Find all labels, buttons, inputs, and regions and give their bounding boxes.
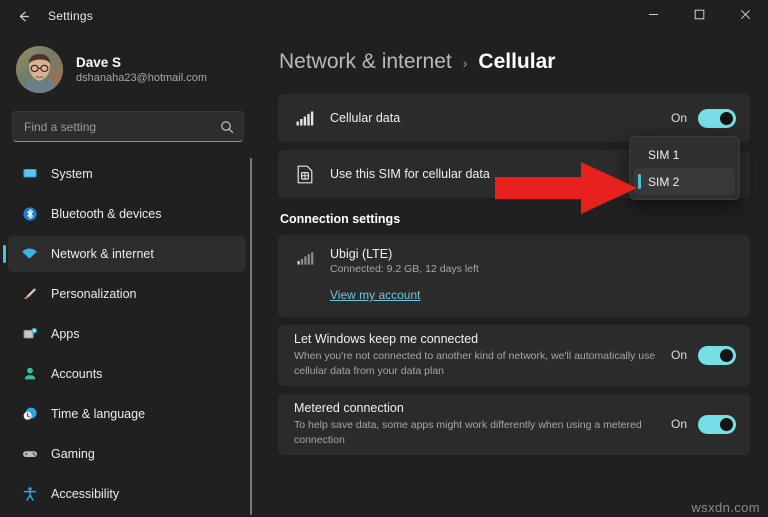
keep-connected-card: Let Windows keep me connected When you'r…	[278, 325, 750, 386]
account-email: dshanaha23@hotmail.com	[76, 72, 208, 84]
carrier-status: Connected: 9.2 GB, 12 days left	[330, 263, 479, 275]
person-icon	[21, 366, 38, 383]
minimize-button[interactable]	[630, 0, 676, 32]
sidebar-item-personalization[interactable]: Personalization	[8, 276, 246, 312]
accessibility-icon	[21, 486, 38, 503]
keep-connected-subtitle: When you're not connected to another kin…	[294, 350, 656, 377]
sidebar-item-accounts[interactable]: Accounts	[8, 356, 246, 392]
wifi-icon	[21, 246, 38, 263]
account-summary[interactable]: Dave S dshanaha23@hotmail.com	[0, 36, 256, 103]
bluetooth-icon	[21, 206, 38, 223]
metered-connection-main: Metered connection To help save data, so…	[294, 401, 657, 448]
sidebar-item-apps[interactable]: Apps	[8, 316, 246, 352]
carrier-info: Ubigi (LTE) Connected: 9.2 GB, 12 days l…	[294, 247, 734, 275]
back-arrow-icon	[16, 9, 31, 24]
chevron-right-icon: ›	[462, 55, 468, 71]
account-name: Dave S	[76, 55, 122, 70]
metered-connection-card: Metered connection To help save data, so…	[278, 393, 750, 455]
sim-option-2[interactable]: SIM 2	[634, 168, 735, 195]
page-title: Cellular	[478, 50, 556, 73]
metered-connection-state: On	[670, 417, 687, 432]
close-icon	[740, 7, 751, 25]
paintbrush-icon	[21, 286, 38, 303]
metered-connection-title: Metered connection	[294, 400, 404, 415]
close-button[interactable]	[722, 0, 768, 32]
sidebar-item-label: Network & internet	[51, 247, 154, 261]
gamepad-icon	[21, 446, 38, 463]
apps-icon	[21, 326, 38, 343]
cellular-data-right: On	[670, 108, 736, 128]
settings-window: Settings Dave S dshanaha23@hotmail.com F…	[0, 0, 768, 517]
carrier-name: Ubigi (LTE)	[330, 247, 393, 261]
keep-connected-title: Let Windows keep me connected	[294, 332, 479, 346]
breadcrumb: Network & internet › Cellular	[278, 32, 750, 94]
sidebar: Dave S dshanaha23@hotmail.com Find a set…	[0, 32, 256, 517]
minimize-icon	[648, 7, 659, 25]
sidebar-item-time-language[interactable]: Time & language	[8, 396, 246, 432]
cellular-data-state: On	[670, 111, 687, 125]
clock-globe-icon	[21, 406, 38, 423]
carrier-text: Ubigi (LTE) Connected: 9.2 GB, 12 days l…	[330, 247, 479, 275]
cellular-data-main: Cellular data	[330, 111, 657, 125]
signal-bars-icon	[294, 111, 316, 126]
account-text: Dave S dshanaha23@hotmail.com	[76, 55, 207, 84]
carrier-card: Ubigi (LTE) Connected: 9.2 GB, 12 days l…	[278, 235, 750, 317]
avatar	[16, 46, 63, 93]
back-button[interactable]	[6, 1, 40, 31]
cellular-data-row[interactable]: Cellular data On	[278, 94, 750, 142]
connection-settings-heading: Connection settings	[280, 212, 401, 226]
search-container	[0, 103, 256, 152]
sidebar-item-bluetooth-devices[interactable]: Bluetooth & devices	[8, 196, 246, 232]
title-bar: Settings	[0, 0, 768, 32]
sidebar-item-label: Bluetooth & devices	[51, 207, 162, 221]
cellular-data-title: Cellular data	[330, 111, 401, 125]
keep-connected-right: On	[670, 345, 736, 365]
metered-connection-row[interactable]: Metered connection To help save data, so…	[278, 394, 750, 455]
cellular-data-card: Cellular data On	[278, 94, 750, 142]
keep-connected-state: On	[670, 348, 687, 363]
sim-option-label: SIM 2	[648, 174, 680, 189]
sim-dropdown[interactable]: SIM 1 SIM 2	[629, 136, 740, 200]
window-body: Dave S dshanaha23@hotmail.com Find a set…	[0, 32, 768, 517]
app-title: Settings	[48, 9, 93, 23]
maximize-icon	[694, 7, 705, 25]
sidebar-item-gaming[interactable]: Gaming	[8, 436, 246, 472]
search-box[interactable]	[12, 111, 244, 142]
search-input[interactable]	[24, 119, 220, 134]
maximize-button[interactable]	[676, 0, 722, 32]
sim-card-icon	[294, 165, 316, 184]
signal-bars-icon	[294, 247, 316, 265]
sim-option-label: SIM 1	[648, 147, 680, 162]
system-icon	[21, 166, 38, 183]
window-controls	[630, 0, 768, 32]
keep-connected-main: Let Windows keep me connected When you'r…	[294, 332, 657, 379]
watermark: wsxdn.com	[691, 500, 760, 515]
sidebar-item-label: Accessibility	[51, 487, 120, 501]
sidebar-scrollbar[interactable]	[250, 158, 252, 515]
metered-connection-subtitle: To help save data, some apps might work …	[294, 418, 642, 446]
cellular-data-toggle[interactable]	[698, 108, 736, 128]
sidebar-nav: System Bluetooth & devices Network & int…	[0, 152, 256, 517]
metered-connection-toggle[interactable]	[698, 414, 736, 434]
sidebar-item-label: Accounts	[51, 367, 103, 381]
keep-connected-toggle[interactable]	[698, 345, 736, 365]
keep-connected-row[interactable]: Let Windows keep me connected When you'r…	[278, 325, 750, 386]
view-my-account-link[interactable]: View my account	[330, 288, 421, 302]
sidebar-item-label: System	[51, 167, 93, 181]
sidebar-item-label: Time & language	[51, 407, 146, 421]
main-content: Network & internet › Cellular Cellular d…	[256, 32, 768, 517]
sidebar-item-label: Personalization	[51, 287, 137, 301]
sidebar-item-system[interactable]: System	[8, 156, 246, 192]
search-icon[interactable]	[220, 120, 234, 134]
sidebar-item-accessibility[interactable]: Accessibility	[8, 476, 246, 512]
sidebar-item-network-internet[interactable]: Network & internet	[3, 236, 246, 272]
metered-connection-right: On	[670, 414, 736, 434]
breadcrumb-parent[interactable]: Network & internet	[279, 50, 452, 74]
sidebar-item-label: Apps	[51, 327, 80, 341]
sim-option-1[interactable]: SIM 1	[634, 141, 735, 168]
sidebar-item-label: Gaming	[51, 447, 95, 461]
